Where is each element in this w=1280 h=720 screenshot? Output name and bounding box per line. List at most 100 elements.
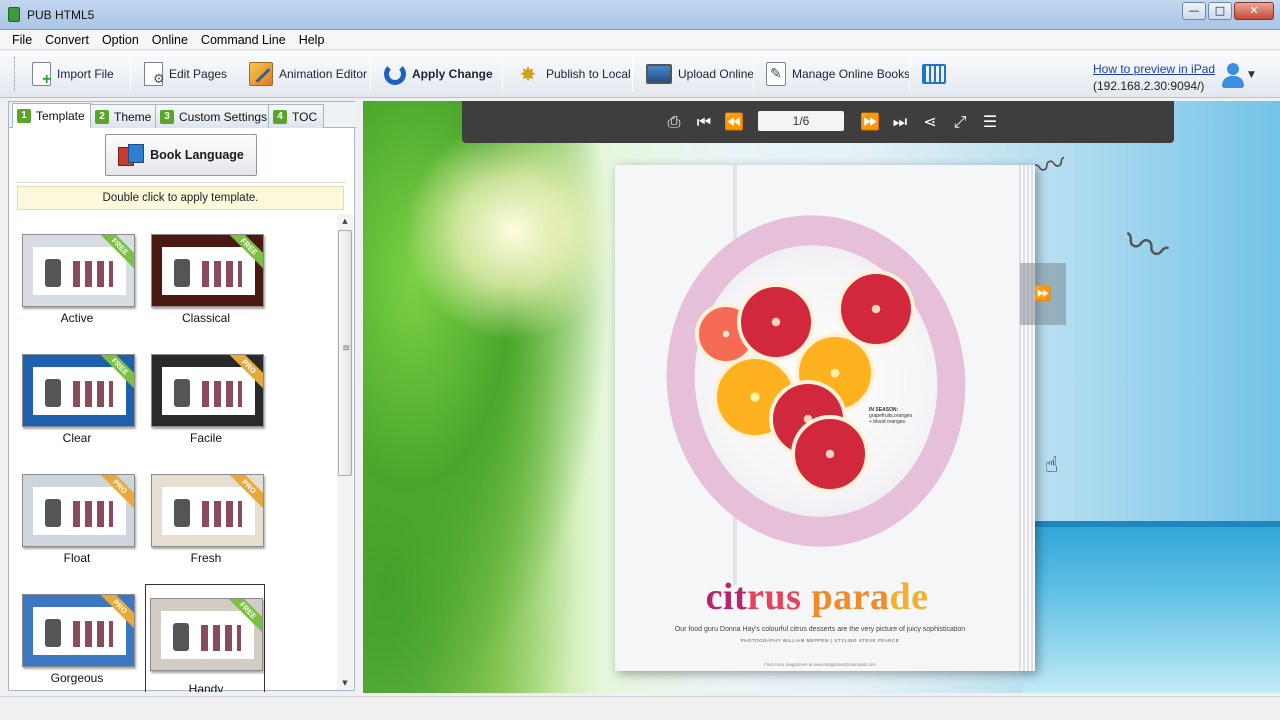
template-card-facile[interactable]: PRO Facile xyxy=(146,336,266,450)
template-thumbnail: PRO xyxy=(22,594,135,667)
chevron-down-icon[interactable]: ▼ xyxy=(1248,70,1255,80)
template-card-gorgeous[interactable]: PRO Gorgeous xyxy=(17,576,137,690)
tab-number: 4 xyxy=(273,109,287,124)
tab-toc[interactable]: 4 TOC xyxy=(268,104,325,128)
template-card-float[interactable]: PRO Float xyxy=(17,456,137,570)
manage-online-books-label: Manage Online Books xyxy=(792,67,911,81)
next-page-icon[interactable]: ⏩ xyxy=(860,112,880,132)
menu-command-line[interactable]: Command Line xyxy=(195,30,293,49)
tab-label: TOC xyxy=(292,109,318,124)
template-card-clear[interactable]: FREE Clear xyxy=(17,336,137,450)
template-thumbnail: PRO xyxy=(22,474,135,547)
template-card-fresh[interactable]: PRO Fresh xyxy=(146,456,266,570)
next-page-arrow-icon[interactable]: ⏩ xyxy=(1020,263,1066,325)
maximize-button[interactable]: □ xyxy=(1208,2,1232,20)
ipad-address: (192.168.2.30:9094/) xyxy=(1093,79,1205,93)
sea-background xyxy=(1023,521,1280,693)
divider xyxy=(17,182,346,183)
headline-part: de xyxy=(889,576,929,618)
tab-template[interactable]: 1 Template xyxy=(12,103,92,128)
tab-theme[interactable]: 2 Theme xyxy=(90,104,159,128)
minimize-button[interactable]: — xyxy=(1182,2,1206,20)
import-file-button[interactable]: Import File xyxy=(32,57,114,91)
title-bar: PUB HTML5 — □ ✕ xyxy=(0,0,1280,30)
print-icon[interactable]: ⎙ xyxy=(664,112,684,132)
upload-online-button[interactable]: Upload Online xyxy=(646,57,754,91)
template-name: Fresh xyxy=(190,551,222,565)
template-card-handy[interactable]: FREE Handy xyxy=(145,584,265,692)
shop-button[interactable] xyxy=(922,57,946,91)
hand-cursor-icon: ☝ xyxy=(1045,453,1059,478)
menu-file[interactable]: File xyxy=(6,30,39,49)
share-icon[interactable]: ⋖ xyxy=(920,112,940,132)
in-season-note: IN SEASON: grapefruits,oranges + blood o… xyxy=(869,407,912,425)
close-button[interactable]: ✕ xyxy=(1234,2,1274,20)
edit-pages-button[interactable]: Edit Pages xyxy=(144,57,227,91)
template-card-active[interactable]: FREE Active xyxy=(17,216,137,330)
template-thumbnail: FREE xyxy=(22,354,135,427)
template-name: Clear xyxy=(62,431,92,445)
thumbnails-icon[interactable]: ☰ xyxy=(980,112,1000,132)
template-name: Handy xyxy=(188,682,224,692)
ipad-preview-link[interactable]: How to preview in iPad xyxy=(1093,62,1215,76)
menu-online[interactable]: Online xyxy=(146,30,195,49)
animation-editor-button[interactable]: Animation Editor xyxy=(249,57,367,91)
user-icon[interactable] xyxy=(1222,63,1244,89)
template-name: Facile xyxy=(189,431,222,445)
cart-icon xyxy=(922,64,946,84)
template-card-classical[interactable]: FREE Classical xyxy=(146,216,266,330)
in-season-items: grapefruits,oranges + blood oranges xyxy=(869,413,913,425)
manage-online-books-button[interactable]: Manage Online Books xyxy=(766,57,910,91)
edit-pages-label: Edit Pages xyxy=(169,67,228,81)
tab-custom-settings[interactable]: 3 Custom Settings xyxy=(155,104,275,128)
toolbar-separator xyxy=(753,57,754,91)
template-thumbnail: FREE xyxy=(150,598,263,671)
toolbar: Import File Edit Pages Animation Editor … xyxy=(0,51,1280,98)
animation-editor-icon xyxy=(249,62,273,86)
status-bar xyxy=(0,696,1280,720)
template-name: Gorgeous xyxy=(50,671,104,685)
tab-number: 2 xyxy=(95,109,109,124)
page-indicator[interactable]: 1/6 xyxy=(758,111,844,131)
template-panel: 1 Template 2 Theme 3 Custom Settings 4 T… xyxy=(8,101,356,692)
template-thumbnail: FREE xyxy=(22,234,135,307)
toolbar-separator xyxy=(370,57,371,91)
tab-label: Template xyxy=(36,109,85,123)
scroll-down-icon[interactable]: ▼ xyxy=(337,676,353,690)
publish-to-local-button[interactable]: ✸ Publish to Local xyxy=(516,57,631,91)
tab-number: 1 xyxy=(17,109,31,123)
publish-gear-icon: ✸ xyxy=(519,62,537,86)
last-page-icon[interactable]: ⏭ xyxy=(890,112,910,132)
fullscreen-icon[interactable]: ⤢ xyxy=(950,112,970,132)
template-thumbnail: PRO xyxy=(151,474,264,547)
seagull-icon: 〰 xyxy=(1116,215,1175,279)
magazine-subheading: Our food guru Donna Hay's colourful citr… xyxy=(674,626,966,633)
magazine-credits: PHOTOGRAPHY WILLIAM MEPPEM | STYLING STE… xyxy=(740,638,900,643)
publish-to-local-label: Publish to Local xyxy=(546,67,631,81)
apply-change-label: Apply Change xyxy=(412,67,493,81)
blood-orange-slice xyxy=(791,415,869,493)
toolbar-separator xyxy=(909,57,910,91)
menu-help[interactable]: Help xyxy=(293,30,332,49)
previous-page-icon[interactable]: ⏪ xyxy=(724,112,744,132)
template-scrollbar[interactable]: ▲ ▼ xyxy=(337,214,353,690)
app-icon xyxy=(8,7,20,22)
upload-monitor-icon xyxy=(646,64,672,84)
headline-part: para xyxy=(811,576,890,618)
magazine-page[interactable]: IN SEASON: grapefruits,oranges + blood o… xyxy=(615,165,1035,671)
window-controls: — □ ✕ xyxy=(1182,2,1274,20)
scroll-thumb[interactable] xyxy=(338,230,352,476)
menu-convert[interactable]: Convert xyxy=(39,30,96,49)
apply-change-button[interactable]: Apply Change xyxy=(384,57,493,91)
tab-label: Custom Settings xyxy=(179,109,268,124)
apply-change-icon xyxy=(384,63,406,85)
import-file-icon xyxy=(32,62,51,89)
template-name: Float xyxy=(63,551,91,565)
book-language-label: Book Language xyxy=(150,148,244,162)
book-language-button[interactable]: Book Language xyxy=(105,134,257,176)
tab-number: 3 xyxy=(160,109,174,124)
scroll-up-icon[interactable]: ▲ xyxy=(337,214,353,228)
menu-option[interactable]: Option xyxy=(96,30,146,49)
page-stack-edge xyxy=(1019,165,1035,671)
first-page-icon[interactable]: ⏮ xyxy=(694,112,714,132)
